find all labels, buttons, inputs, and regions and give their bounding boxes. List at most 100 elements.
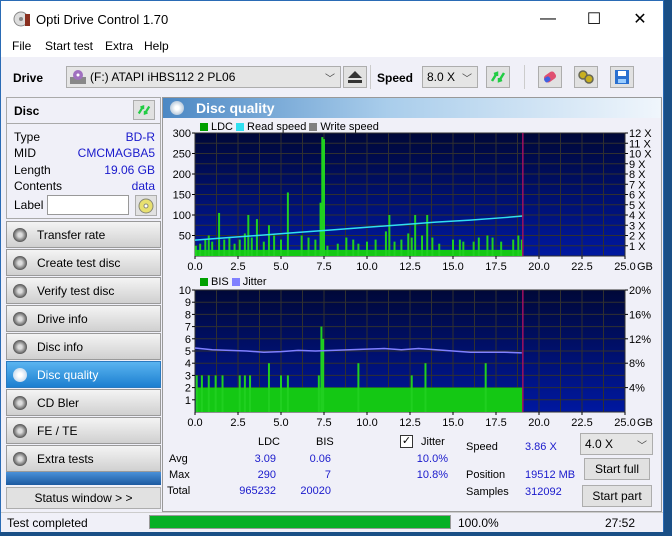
- col-ldc-header: LDC: [258, 436, 281, 448]
- maximize-icon: ☐: [586, 11, 602, 28]
- nav-item-label: Verify test disc: [37, 283, 115, 298]
- nav-item-create-test-disc[interactable]: Create test disc: [6, 249, 161, 276]
- total-bis: 20020: [300, 485, 331, 497]
- y2-tick-label: 12 X: [629, 128, 652, 140]
- x-tick-label: 0.0: [187, 417, 202, 429]
- data-bar: [280, 375, 282, 412]
- data-bar: [211, 241, 214, 256]
- settings-button[interactable]: [574, 66, 598, 88]
- start-full-button[interactable]: Start full: [584, 458, 650, 480]
- chevron-down-icon: ﹀: [462, 74, 472, 85]
- menu-file[interactable]: File: [12, 39, 31, 53]
- data-bar: [300, 235, 303, 256]
- x-tick-label: 15.0: [442, 417, 463, 429]
- jitter-max: 10.8%: [416, 469, 448, 481]
- data-bar: [286, 192, 289, 256]
- drive-value: (F:) ATAPI iHBS112 2 PL06: [90, 70, 236, 84]
- sidebar-spacer: [6, 472, 161, 485]
- x-tick-label: 7.5: [316, 417, 331, 429]
- contents-label: Contents: [14, 179, 63, 193]
- y-tick-label: 1: [185, 395, 191, 407]
- y-tick-label: 8: [185, 309, 191, 321]
- ldc-chart: 50 100 150 200 250 300 1 X2 X3 X4 X5 X6 X7 X8 …: [173, 128, 653, 273]
- data-bar: [407, 233, 410, 256]
- disc-panel: Disc Type BD-R MID CMCMAGBA5 Length 19.0…: [6, 97, 161, 219]
- toolbar-separator: [370, 65, 371, 89]
- data-bar: [384, 231, 387, 256]
- status-window-button[interactable]: Status window > >: [6, 487, 161, 509]
- refresh-button[interactable]: [486, 66, 510, 88]
- data-bar: [486, 235, 489, 256]
- save-button[interactable]: [610, 66, 634, 88]
- data-bar: [273, 235, 276, 256]
- x-tick-label: 12.5: [399, 261, 420, 273]
- speed-label: Speed: [377, 71, 414, 85]
- start-part-button[interactable]: Start part: [582, 485, 652, 507]
- position-label: Position: [466, 469, 506, 481]
- data-bar: [223, 239, 226, 256]
- data-bar: [267, 363, 270, 412]
- nav-item-cd-bler[interactable]: CD Bler: [6, 389, 161, 416]
- x-tick-label: 0.0: [187, 261, 202, 273]
- eject-button[interactable]: [343, 66, 367, 88]
- label-disc-button[interactable]: [135, 195, 157, 216]
- x-tick-label: 15.0: [442, 261, 463, 273]
- y-tick-label: 7: [185, 322, 191, 334]
- data-bar: [317, 375, 320, 412]
- nav-item-extra-tests[interactable]: Extra tests: [6, 445, 161, 472]
- nav-item-transfer-rate[interactable]: Transfer rate: [6, 221, 161, 248]
- y2-tick-label: 8%: [629, 358, 645, 370]
- y2-tick-label: 3 X: [629, 220, 646, 232]
- title-bar: Opti Drive Control 1.70 — ☐ ✕: [1, 1, 663, 37]
- y2-tick-label: 2 X: [629, 231, 646, 243]
- menu-extra[interactable]: Extra: [105, 39, 133, 53]
- data-bar: [228, 237, 231, 256]
- data-bar: [238, 239, 241, 256]
- menu-help[interactable]: Help: [144, 39, 169, 53]
- speed-stat-label: Speed: [466, 441, 498, 453]
- nav-item-fe-te[interactable]: FE / TE: [6, 417, 161, 444]
- data-bar: [314, 239, 317, 256]
- data-bar: [280, 239, 282, 256]
- data-bar: [326, 245, 329, 256]
- data-bar: [374, 239, 377, 256]
- y-tick-label: 4: [185, 358, 191, 370]
- data-bar: [421, 235, 424, 256]
- disc-icon: [13, 367, 27, 382]
- max-ldc: 290: [257, 469, 276, 481]
- data-bar: [221, 375, 224, 412]
- disc-panel-header: Disc: [7, 98, 160, 124]
- data-bar: [255, 219, 258, 256]
- y2-tick-label: 12%: [629, 334, 651, 346]
- max-label: Max: [169, 469, 190, 481]
- menu-start-test[interactable]: Start test: [45, 39, 93, 53]
- disc-icon: [13, 395, 27, 410]
- y-tick-label: 2: [185, 383, 191, 395]
- nav-item-drive-info[interactable]: Drive info: [6, 305, 161, 332]
- disc-quality-icon: [170, 101, 184, 115]
- maximize-button[interactable]: ☐: [571, 1, 617, 37]
- y-tick-label: 200: [173, 169, 191, 181]
- label-input[interactable]: [47, 195, 129, 215]
- nav-item-disc-info[interactable]: Disc info: [6, 333, 161, 360]
- disc-icon: [13, 339, 27, 354]
- y2-tick-label: 8 X: [629, 169, 646, 181]
- close-button[interactable]: ✕: [617, 1, 663, 37]
- drive-select[interactable]: (F:) ATAPI iHBS112 2 PL06 ﹀: [66, 66, 341, 88]
- erase-button[interactable]: [538, 66, 562, 88]
- nav-item-disc-quality[interactable]: Disc quality: [6, 361, 161, 388]
- jitter-checkbox[interactable]: ✓: [400, 435, 413, 448]
- test-speed-select[interactable]: 4.0 X ﹀: [580, 433, 653, 455]
- disc-icon: [13, 227, 27, 242]
- type-value: BD-R: [125, 130, 155, 144]
- minimize-button[interactable]: —: [525, 1, 571, 37]
- speed-select[interactable]: 8.0 X ﹀: [422, 66, 478, 88]
- nav-item-verify-test-disc[interactable]: Verify test disc: [6, 277, 161, 304]
- data-bar: [267, 225, 270, 256]
- app-icon: [13, 11, 30, 27]
- x-tick-label: 12.5: [399, 417, 420, 429]
- avg-bis: 0.06: [309, 453, 331, 465]
- disc-refresh-button[interactable]: [133, 100, 155, 120]
- label-label: Label: [14, 198, 44, 212]
- chevron-down-icon: ﹀: [637, 441, 647, 452]
